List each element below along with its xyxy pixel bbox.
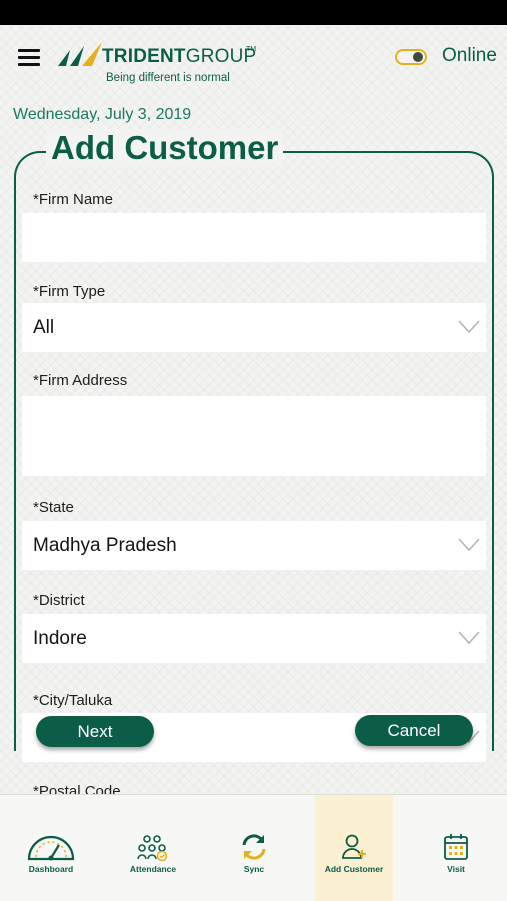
nav-label-visit: Visit xyxy=(447,864,465,874)
firm-address-input[interactable] xyxy=(22,396,486,476)
firm-name-input[interactable] xyxy=(22,213,486,262)
chevron-down-icon xyxy=(458,631,480,645)
hamburger-menu-icon[interactable] xyxy=(18,49,40,67)
sync-icon xyxy=(242,834,266,860)
brand-tagline: Being different is normal xyxy=(106,72,230,84)
next-button[interactable]: Next xyxy=(36,716,154,747)
chevron-down-icon xyxy=(458,538,480,552)
page-title: Add Customer xyxy=(46,129,284,167)
nav-tab-dashboard[interactable]: Dashboard xyxy=(0,795,102,901)
firm-type-value: All xyxy=(33,317,55,338)
bottom-nav: Dashboard Attendance Sync Add Customer V… xyxy=(0,794,507,901)
firm-type-label: *Firm Type xyxy=(33,283,106,300)
online-toggle[interactable] xyxy=(395,49,427,65)
brand-name: TRIDENTGROUP xyxy=(102,46,257,67)
nav-tab-sync[interactable]: Sync xyxy=(204,795,304,901)
state-value: Madhya Pradesh xyxy=(33,535,177,556)
nav-label-add-customer: Add Customer xyxy=(324,864,384,874)
nav-label-sync: Sync xyxy=(243,864,265,874)
chevron-down-icon xyxy=(458,320,480,334)
online-status-label: Online xyxy=(442,45,497,66)
firm-name-label: *Firm Name xyxy=(33,191,114,208)
calendar-icon xyxy=(444,834,468,860)
state-label: *State xyxy=(33,499,74,516)
brand-tm: TM xyxy=(246,46,257,53)
add-user-icon xyxy=(342,834,366,859)
gauge-icon xyxy=(27,835,75,861)
postal-code-label: *Postal Code xyxy=(33,784,121,794)
firm-address-label: *Firm Address xyxy=(33,372,128,389)
nav-tab-visit[interactable]: Visit xyxy=(406,795,506,901)
city-taluka-label: *City/Taluka xyxy=(33,692,113,709)
district-value: Indore xyxy=(33,628,87,649)
nav-label-dashboard: Dashboard xyxy=(28,864,74,874)
status-bar xyxy=(0,0,507,25)
logo-mark-icon xyxy=(58,42,102,66)
current-date: Wednesday, July 3, 2019 xyxy=(13,106,192,123)
state-select[interactable]: Madhya Pradesh xyxy=(22,521,486,570)
firm-type-select[interactable]: All xyxy=(22,303,486,352)
district-select[interactable]: Indore xyxy=(22,614,486,663)
nav-label-attendance: Attendance xyxy=(129,864,177,874)
district-label: *District xyxy=(33,592,85,609)
people-group-icon xyxy=(137,835,168,861)
trident-logo: TRIDENTGROUP TM Being different is norma… xyxy=(56,40,256,90)
nav-tab-attendance[interactable]: Attendance xyxy=(102,795,204,901)
cancel-button[interactable]: Cancel xyxy=(355,715,473,746)
nav-tab-add-customer[interactable]: Add Customer xyxy=(315,795,393,901)
